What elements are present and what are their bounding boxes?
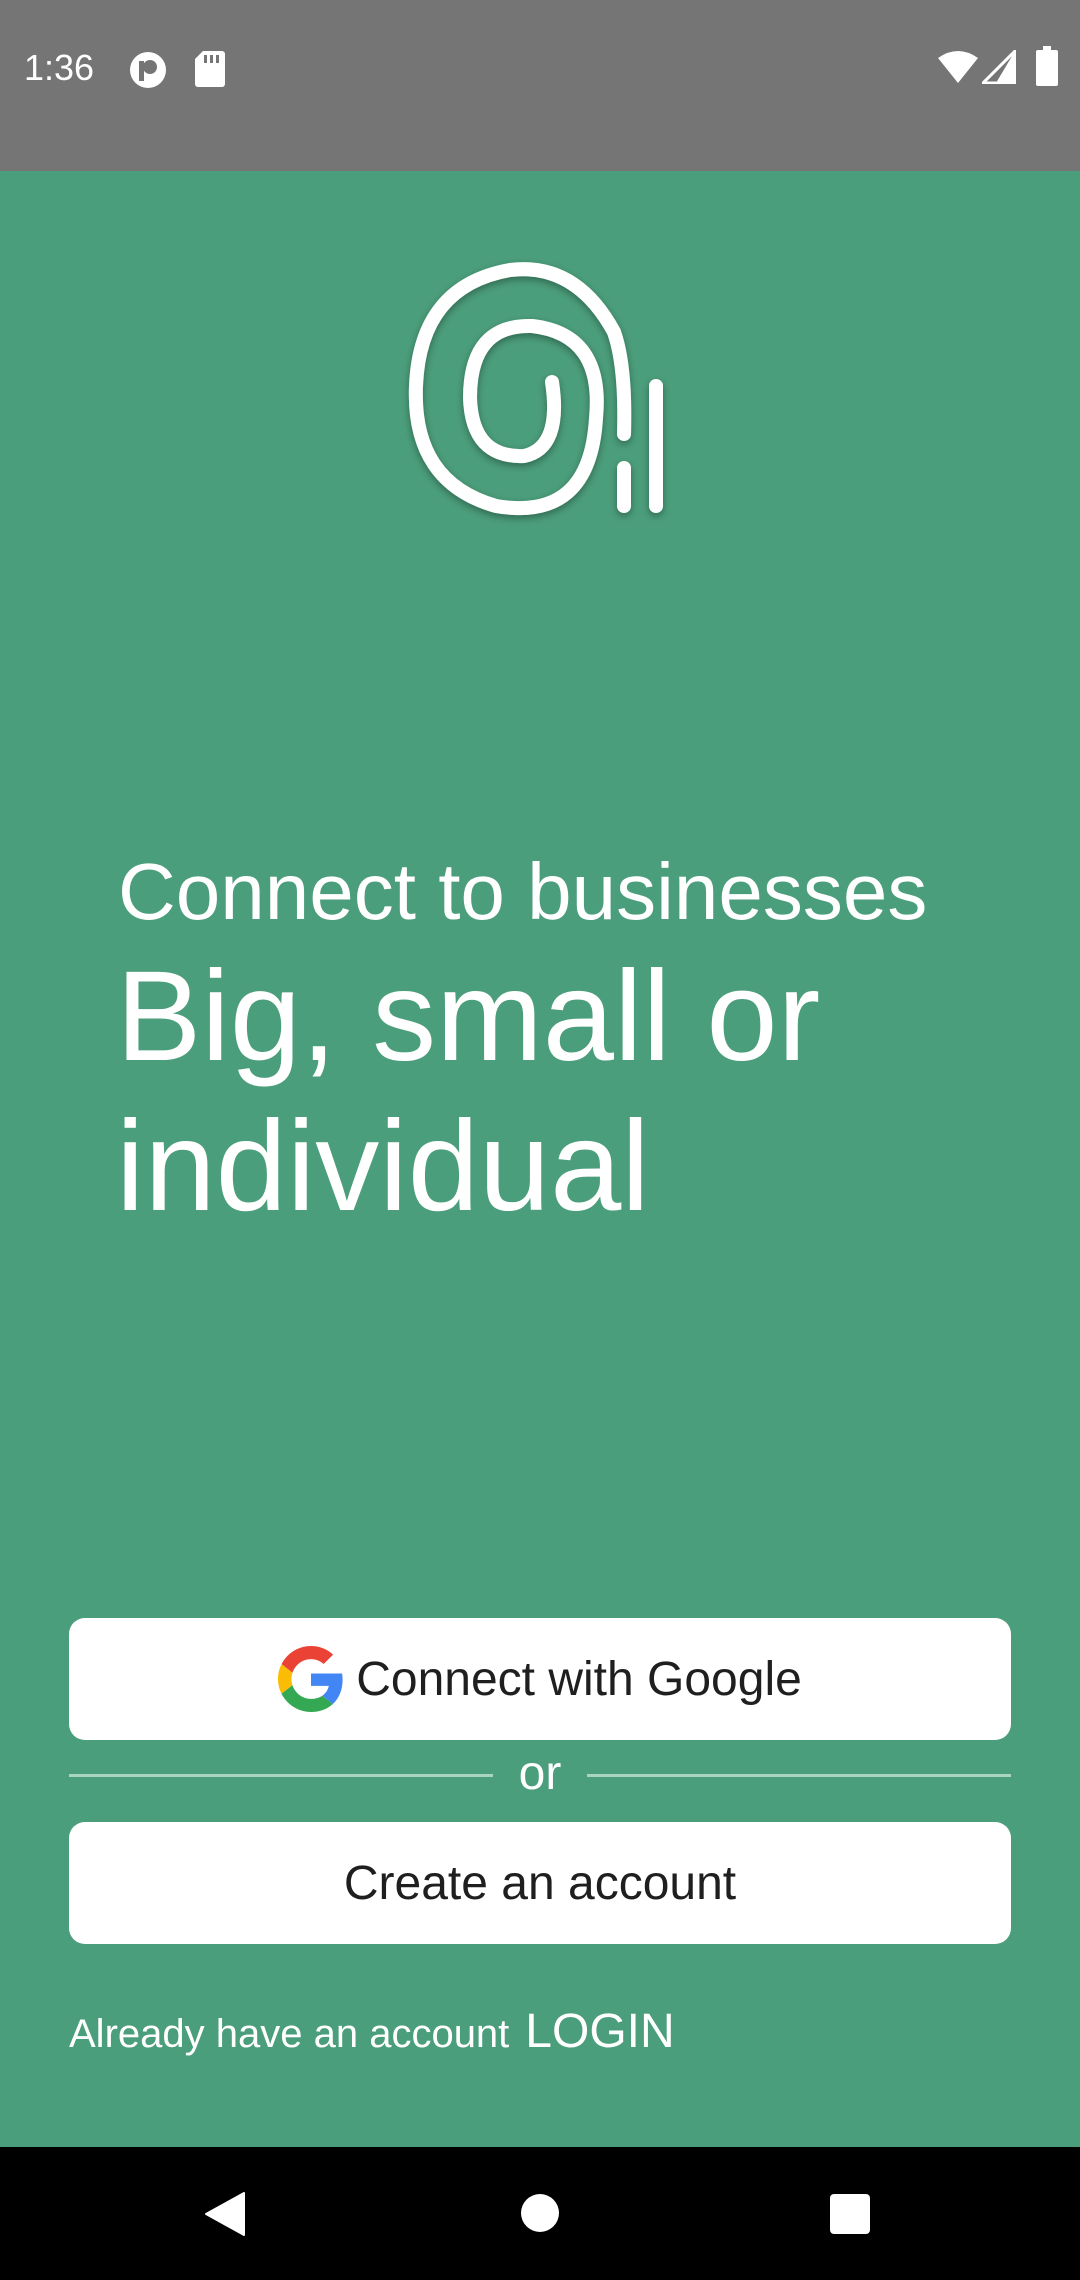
- login-row: Already have an account LOGIN: [69, 2004, 675, 2059]
- sd-card-icon: [195, 51, 225, 87]
- back-icon[interactable]: [204, 2191, 246, 2237]
- recents-icon[interactable]: [829, 2193, 871, 2235]
- battery-icon: [1036, 46, 1058, 86]
- welcome-screen: 1:36 Connect to businesses Big, small or…: [0, 0, 1080, 2280]
- wifi-icon: [938, 51, 978, 83]
- status-bar: 1:36: [0, 0, 1080, 171]
- create-account-label: Create an account: [343, 1856, 737, 1910]
- headline: Big, small or individual: [116, 945, 821, 1238]
- fingerprint-icon: [408, 262, 663, 516]
- login-link[interactable]: LOGIN: [525, 2004, 674, 2059]
- connect-with-google-label: Connect with Google: [356, 1652, 802, 1706]
- google-g-icon: [278, 1646, 343, 1712]
- create-account-button[interactable]: Create an account: [69, 1822, 1011, 1944]
- cell-signal-icon: [982, 50, 1016, 84]
- divider-line-left: [69, 1774, 493, 1777]
- connect-with-google-button[interactable]: Connect with Google: [69, 1618, 1011, 1740]
- pocket-casts-icon: [130, 52, 166, 88]
- home-icon[interactable]: [520, 2193, 560, 2233]
- divider-line-right: [587, 1774, 1011, 1777]
- status-time: 1:36: [24, 47, 95, 88]
- tagline: Connect to businesses: [118, 847, 928, 936]
- navigation-bar: [0, 2147, 1080, 2280]
- divider-or-label: or: [518, 1747, 562, 1800]
- login-prompt: Already have an account: [69, 2012, 510, 2056]
